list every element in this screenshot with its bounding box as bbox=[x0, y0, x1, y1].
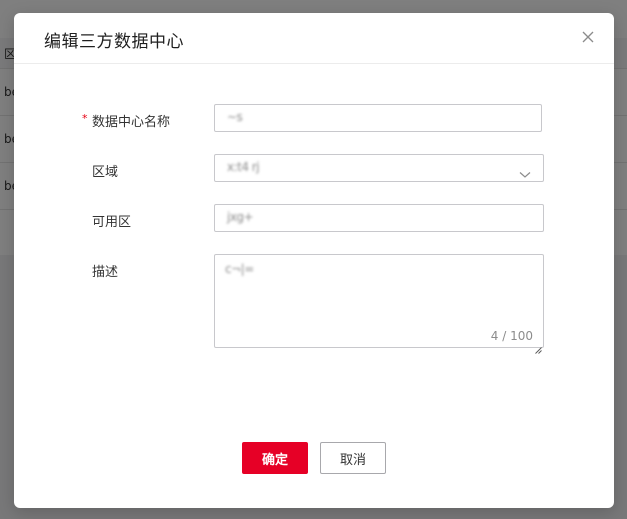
chevron-down-icon bbox=[519, 164, 531, 178]
dialog-title: 编辑三方数据中心 bbox=[44, 32, 184, 52]
description-textarea[interactable]: c¬|= 4 / 100 bbox=[214, 254, 544, 354]
required-mark: * bbox=[82, 112, 88, 125]
name-input[interactable]: ~s bbox=[214, 104, 542, 132]
char-count: 4 / 100 bbox=[490, 329, 533, 343]
close-icon[interactable] bbox=[580, 29, 596, 45]
description-value: c¬|= bbox=[225, 262, 254, 276]
name-input-value: ~s bbox=[227, 110, 243, 124]
description-label: 描述 bbox=[92, 265, 119, 280]
zone-input[interactable]: jxg+ bbox=[214, 204, 544, 232]
confirm-button[interactable]: 确定 bbox=[242, 442, 308, 474]
zone-input-value: jxg+ bbox=[227, 210, 254, 224]
resize-grip-icon[interactable] bbox=[535, 339, 542, 354]
edit-datacenter-dialog: 编辑三方数据中心 * 数据中心名称 ~s 区域 x:t4 rj 可用区 jxg+… bbox=[14, 13, 614, 508]
name-label: 数据中心名称 bbox=[92, 115, 171, 130]
cancel-button[interactable]: 取消 bbox=[320, 442, 386, 474]
zone-label: 可用区 bbox=[92, 215, 132, 230]
region-select-value: x:t4 rj bbox=[227, 160, 260, 174]
region-select[interactable]: x:t4 rj bbox=[214, 154, 544, 182]
region-label: 区域 bbox=[92, 165, 119, 180]
dialog-header: 编辑三方数据中心 bbox=[14, 13, 614, 64]
